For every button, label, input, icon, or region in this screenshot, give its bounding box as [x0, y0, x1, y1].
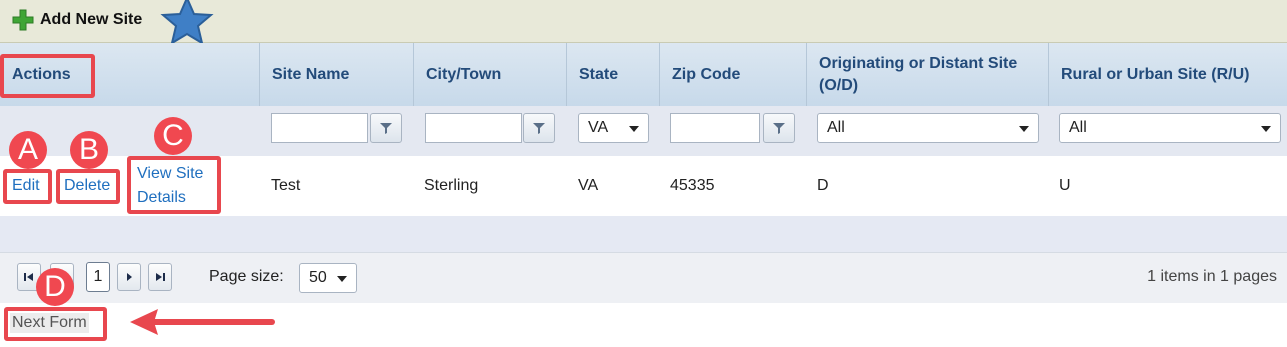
filter-icon: [533, 123, 545, 134]
city-filter-input[interactable]: [425, 113, 522, 143]
od-filter-select[interactable]: All: [817, 113, 1039, 143]
zip-filter-input[interactable]: [670, 113, 760, 143]
first-page-icon: [24, 273, 33, 281]
cell-site-name: Test: [271, 177, 301, 194]
annotation-arrow-icon: [130, 309, 275, 335]
chevron-down-icon: [337, 276, 347, 282]
cell-od: D: [817, 177, 829, 194]
filter-icon: [773, 123, 785, 134]
last-page-icon: [156, 273, 165, 281]
annotation-bubble-b: B: [70, 131, 108, 169]
annotation-box-delete: [56, 169, 120, 204]
city-filter-button[interactable]: [523, 113, 555, 143]
cell-city: Sterling: [424, 177, 479, 194]
annotation-bubble-a: A: [9, 131, 47, 169]
empty-row: [0, 216, 1287, 252]
pager: 1 Page size: 50 1 items in 1 pages: [0, 252, 1287, 303]
site-name-filter-button[interactable]: [370, 113, 402, 143]
cell-zip: 45335: [670, 177, 715, 194]
column-header-ru[interactable]: Rural or Urban Site (R/U): [1048, 43, 1287, 106]
star-icon: [160, 0, 214, 46]
annotation-box-actions: [0, 54, 95, 98]
state-filter-select[interactable]: VA: [578, 113, 649, 143]
column-header-od[interactable]: Originating or Distant Site (O/D): [806, 43, 1048, 106]
annotation-bubble-c: C: [154, 117, 192, 155]
chevron-down-icon: [1261, 126, 1271, 132]
last-page-button[interactable]: [148, 263, 172, 291]
cell-ru: U: [1059, 177, 1071, 194]
plus-icon: [12, 9, 34, 31]
cell-state: VA: [578, 177, 599, 194]
page-size-select[interactable]: 50: [299, 263, 357, 293]
chevron-down-icon: [629, 126, 639, 132]
site-name-filter-input[interactable]: [271, 113, 368, 143]
column-header-zip[interactable]: Zip Code: [659, 43, 806, 106]
next-page-icon: [127, 273, 132, 281]
column-header-state[interactable]: State: [566, 43, 659, 106]
add-new-site-label: Add New Site: [40, 11, 143, 28]
annotation-box-next-form: [4, 307, 107, 341]
annotation-box-view: [127, 156, 221, 214]
add-new-site-button[interactable]: Add New Site: [12, 8, 142, 32]
column-header-city[interactable]: City/Town: [413, 43, 566, 106]
filter-row: VA All All: [0, 106, 1287, 156]
ru-filter-select[interactable]: All: [1059, 113, 1281, 143]
column-header-site-name[interactable]: Site Name: [259, 43, 413, 106]
annotation-bubble-d: D: [36, 268, 74, 306]
items-info: 1 items in 1 pages: [1147, 268, 1277, 285]
next-page-button[interactable]: [117, 263, 141, 291]
current-page-button[interactable]: 1: [86, 262, 110, 292]
filter-icon: [380, 123, 392, 134]
chevron-down-icon: [1019, 126, 1029, 132]
zip-filter-button[interactable]: [763, 113, 795, 143]
annotation-box-edit: [3, 169, 52, 204]
page-size-label: Page size:: [209, 268, 284, 285]
grid-header: Actions Site Name City/Town State Zip Co…: [0, 43, 1287, 107]
